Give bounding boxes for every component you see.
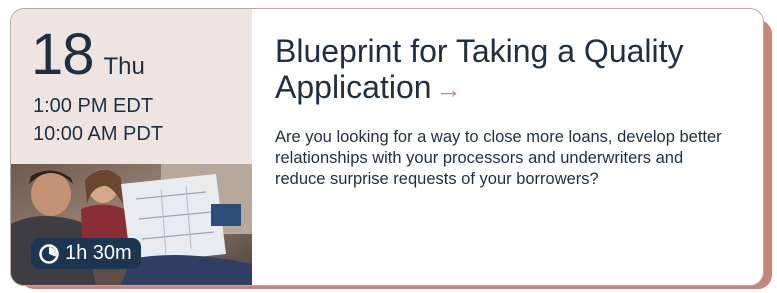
event-title: Blueprint for Taking a Quality Applicati… <box>275 33 684 105</box>
event-details: Blueprint for Taking a Quality Applicati… <box>252 9 763 285</box>
event-description: Are you looking for a way to close more … <box>275 128 722 188</box>
event-date-panel: 18 Thu 1:00 PM EDT 10:00 AM PDT 1h 30m <box>11 9 252 285</box>
event-title-link[interactable]: Blueprint for Taking a Quality Applicati… <box>275 33 737 107</box>
event-date: 18 Thu <box>31 25 145 85</box>
duration-text: 1h 30m <box>65 242 132 264</box>
event-card[interactable]: 18 Thu 1:00 PM EDT 10:00 AM PDT 1h 30m B… <box>10 8 764 286</box>
clock-icon <box>39 243 59 264</box>
time-pdt: 10:00 AM PDT <box>33 123 164 145</box>
day-name: Thu <box>103 53 145 80</box>
duration-badge: 1h 30m <box>31 238 141 269</box>
day-number: 18 <box>31 22 95 87</box>
time-edt: 1:00 PM EDT <box>33 95 154 117</box>
arrow-right-icon: → <box>435 74 462 104</box>
